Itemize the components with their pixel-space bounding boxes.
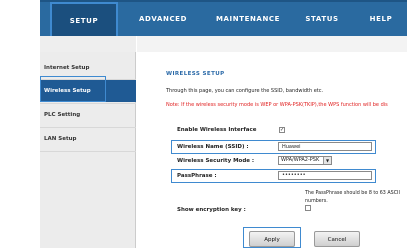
- sidebar-item-lan-setup[interactable]: LAN Setup: [40, 128, 136, 150]
- security-mode-label: Wireless Security Mode :: [177, 158, 255, 164]
- page-title: WIRELESS SETUP: [166, 71, 225, 77]
- cancel-button[interactable]: Cancel: [314, 231, 360, 247]
- show-key-checkbox[interactable]: [305, 205, 311, 211]
- tab-setup[interactable]: SETUP: [50, 2, 118, 40]
- content-header-strip: [137, 36, 407, 52]
- security-mode-value: WPA/WPA2-PSK: [281, 157, 320, 163]
- enable-wireless-label: Enable Wireless Interface: [177, 127, 257, 133]
- passphrase-input[interactable]: ••••••••: [278, 171, 372, 180]
- enable-wireless-checkbox[interactable]: ✓: [279, 127, 285, 133]
- ssid-label: Wireless Name (SSID) :: [177, 144, 249, 150]
- tab-advanced[interactable]: ADVANCED: [124, 2, 202, 36]
- sidebar: Internet Setup Wireless Setup PLC Settin…: [40, 52, 136, 248]
- apply-button[interactable]: Apply: [249, 231, 295, 247]
- tab-maintenance[interactable]: MAINTENANCE: [205, 2, 291, 36]
- chevron-down-icon[interactable]: ▼: [323, 157, 331, 164]
- tab-help[interactable]: HELP: [355, 2, 407, 36]
- sidebar-selection-highlight: [40, 76, 106, 102]
- security-mode-select[interactable]: WPA/WPA2-PSK ▼: [278, 156, 332, 165]
- tab-status[interactable]: STATUS: [292, 2, 352, 36]
- sidebar-header: [40, 36, 136, 52]
- top-nav: SETUP ADVANCED MAINTENANCE STATUS HELP: [40, 0, 407, 40]
- passphrase-label: PassPhrase :: [177, 173, 217, 179]
- page-description: Through this page, you can configure the…: [166, 88, 324, 94]
- wps-note: Note: If the wireless security mode is W…: [166, 102, 388, 108]
- sidebar-item-plc-setting[interactable]: PLC Setting: [40, 104, 136, 126]
- sidebar-divider: [40, 151, 136, 152]
- show-key-label: Show encryption key :: [177, 207, 246, 213]
- ssid-input[interactable]: [278, 142, 372, 151]
- passphrase-hint: The PassPhrase should be 8 to 63 ASCII n…: [305, 191, 400, 204]
